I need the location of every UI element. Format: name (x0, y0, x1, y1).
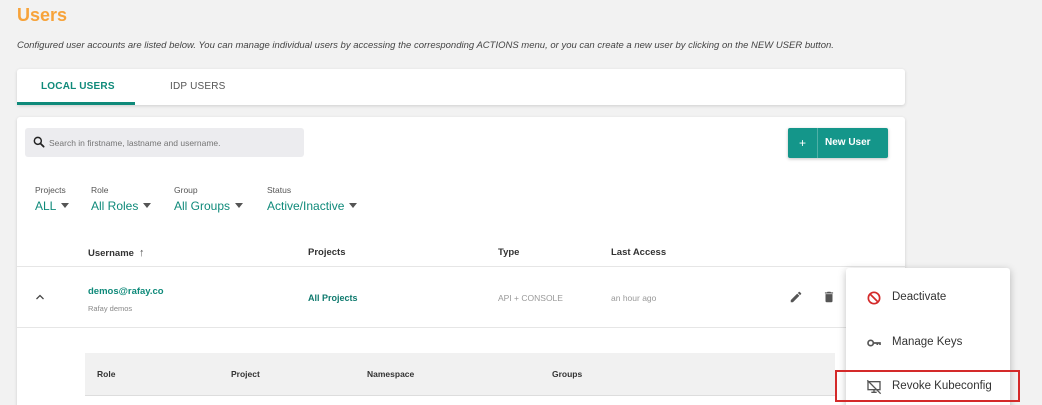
new-user-label: New User (825, 137, 871, 148)
page-description: Configured user accounts are listed belo… (17, 40, 834, 51)
filter-label: Group (174, 185, 198, 195)
sort-up-icon: ↑ (138, 247, 145, 259)
user-fullname: Rafay demos (88, 304, 133, 313)
key-icon (867, 339, 881, 347)
search-box[interactable] (25, 128, 304, 157)
filter-label: Projects (35, 185, 66, 195)
tab-bar: LOCAL USERS IDP USERS (17, 69, 905, 105)
search-icon (33, 136, 45, 148)
menu-item-manage-keys[interactable]: Manage Keys (846, 328, 1010, 358)
search-input[interactable] (49, 128, 299, 157)
menu-item-deactivate[interactable]: Deactivate (846, 283, 1010, 313)
edit-icon[interactable] (789, 290, 803, 304)
menu-item-label: Manage Keys (892, 336, 963, 348)
column-projects: Projects (308, 247, 346, 258)
menu-item-label: Deactivate (892, 291, 947, 303)
filter-status[interactable]: Status Active/Inactive (267, 185, 358, 215)
filter-label: Status (267, 185, 292, 195)
filter-role[interactable]: Role All Roles (91, 185, 152, 215)
caret-down-icon (235, 203, 244, 208)
filter-value: Active/Inactive (267, 199, 345, 213)
subcolumn-namespace: Namespace (367, 369, 415, 379)
subcolumn-project: Project (231, 369, 260, 379)
filter-projects[interactable]: Projects ALL (35, 185, 70, 215)
user-roles-subtable-header: Role Project Namespace Groups (85, 353, 835, 396)
highlight-box (835, 370, 1020, 402)
filter-value: All Groups (174, 199, 231, 213)
users-table-header: Username ↑ Projects Type Last Access (17, 239, 905, 267)
column-username[interactable]: Username ↑ (88, 247, 144, 259)
caret-down-icon (143, 203, 152, 208)
projects-link[interactable]: All Projects (308, 293, 358, 303)
tab-idp-users[interactable]: IDP USERS (170, 69, 226, 105)
user-type: API + CONSOLE (498, 293, 563, 303)
active-tab-indicator (17, 102, 135, 105)
filter-value: All Roles (91, 199, 139, 213)
caret-down-icon (349, 203, 358, 208)
plus-icon: + (788, 128, 818, 158)
column-type: Type (498, 247, 520, 258)
column-label: Username (88, 248, 134, 259)
caret-down-icon (61, 203, 70, 208)
page-title: Users (17, 5, 68, 25)
users-panel: + New User Projects ALL Role All Roles G… (17, 117, 905, 405)
filter-value: ALL (35, 199, 57, 213)
last-access: an hour ago (611, 293, 657, 303)
table-row: demos@rafay.co Rafay demos All Projects … (17, 268, 905, 328)
subcolumn-role: Role (97, 369, 116, 379)
filter-group[interactable]: Group All Groups (174, 185, 244, 215)
new-user-button[interactable]: + New User (788, 128, 888, 158)
username-link[interactable]: demos@rafay.co (88, 286, 164, 297)
block-icon (867, 291, 881, 305)
tab-local-users[interactable]: LOCAL USERS (41, 69, 115, 105)
column-last-access: Last Access (611, 247, 667, 258)
filter-label: Role (91, 185, 109, 195)
trash-icon[interactable] (822, 290, 836, 304)
chevron-up-icon[interactable] (34, 291, 46, 303)
subcolumn-groups: Groups (552, 369, 583, 379)
